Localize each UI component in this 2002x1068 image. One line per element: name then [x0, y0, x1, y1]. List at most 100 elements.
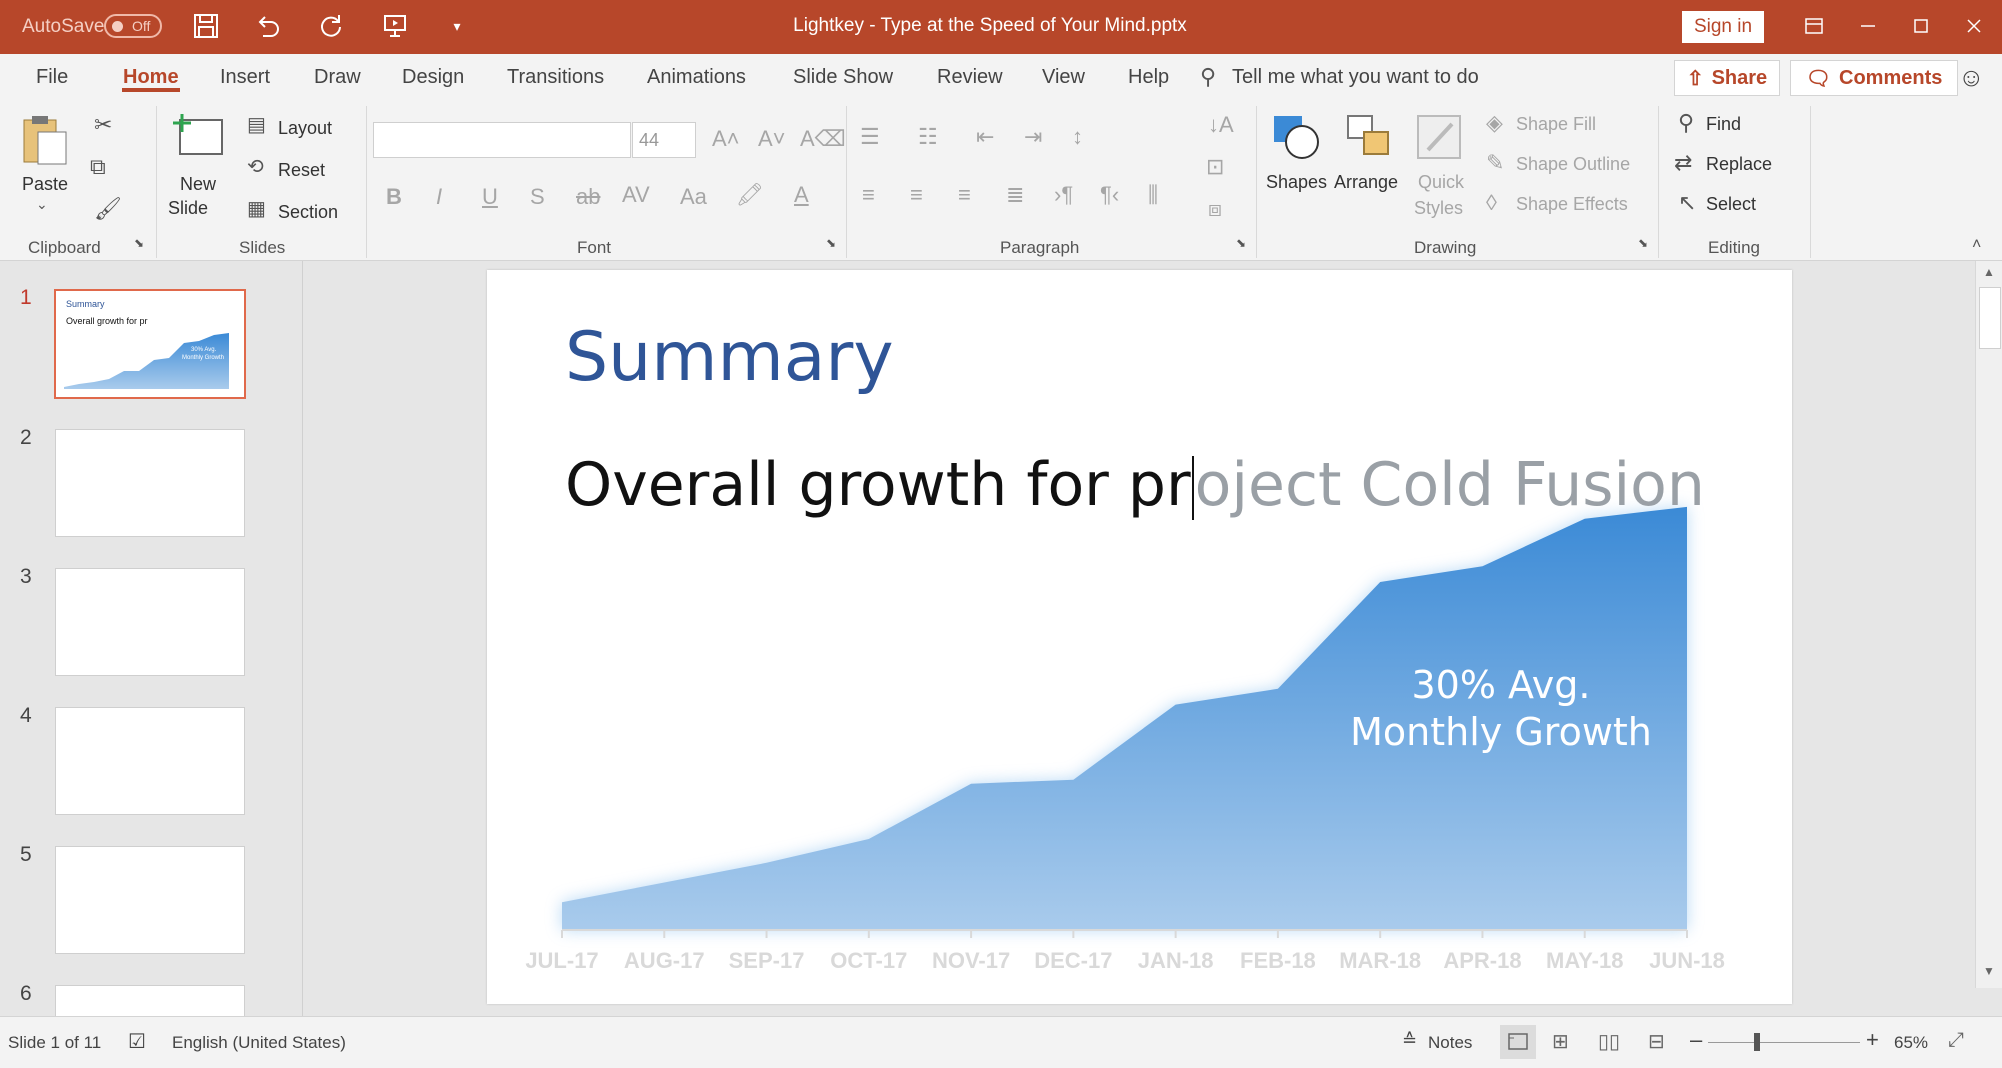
arrange-icon[interactable] [1346, 112, 1394, 167]
slide-sorter-icon[interactable]: ⊞ [1552, 1029, 1569, 1054]
find-icon[interactable]: ⚲ [1678, 110, 1694, 136]
reading-view-icon[interactable]: ▯▯ [1598, 1029, 1620, 1054]
tab-transitions[interactable]: Transitions [507, 66, 604, 89]
spell-check-icon[interactable]: ☑ [128, 1029, 146, 1054]
find-label[interactable]: Find [1706, 114, 1741, 135]
slide-title[interactable]: Summary [565, 318, 894, 397]
quick-styles-label-2[interactable]: Styles [1414, 198, 1463, 219]
arrange-label[interactable]: Arrange [1334, 172, 1398, 193]
collapse-ribbon-icon[interactable]: ˄ [1972, 236, 1981, 254]
scroll-up-icon[interactable]: ▲ [1983, 265, 1995, 279]
tab-review[interactable]: Review [937, 66, 1003, 89]
tab-slide-show[interactable]: Slide Show [793, 66, 893, 89]
font-size-box[interactable]: 44 [632, 122, 696, 158]
line-spacing-icon[interactable]: ↕ [1072, 124, 1083, 150]
rtl-icon[interactable]: ¶‹ [1100, 182, 1119, 208]
shape-outline-label[interactable]: Shape Outline [1516, 154, 1630, 175]
slide-subtitle[interactable]: Overall growth for project Cold Fusion [565, 450, 1705, 521]
clear-formatting-icon[interactable]: A⌫ [800, 126, 846, 152]
bullets-icon[interactable]: ☰ [860, 124, 880, 150]
tab-insert[interactable]: Insert [220, 66, 270, 89]
character-spacing-icon[interactable]: AV [622, 182, 650, 208]
slide-canvas[interactable]: JUL-17 AUG-17 SEP-17 OCT-17 NOV-17 DEC-17 JAN-… [487, 270, 1792, 1004]
shape-effects-label[interactable]: Shape Effects [1516, 194, 1628, 215]
numbering-icon[interactable]: ☷ [918, 124, 938, 150]
slide-thumbnail-5[interactable] [55, 846, 245, 954]
shape-effects-icon[interactable]: ◊ [1486, 190, 1497, 216]
format-painter-icon[interactable]: 🖌 [94, 196, 122, 222]
increase-font-icon[interactable]: A˄ [712, 126, 740, 152]
increase-indent-icon[interactable]: ⇥ [1024, 124, 1042, 150]
zoom-in-icon[interactable]: + [1866, 1027, 1879, 1053]
align-left-icon[interactable]: ≡ [862, 182, 875, 208]
cut-icon[interactable]: ✂ [94, 112, 112, 138]
justify-icon[interactable]: ≣ [1006, 182, 1024, 208]
new-slide-icon[interactable] [172, 112, 226, 165]
font-color-icon[interactable]: A [794, 182, 809, 208]
slideshow-icon[interactable]: ⊟ [1648, 1029, 1665, 1054]
fit-to-window-icon[interactable]: ⤢ [1948, 1029, 1964, 1052]
quick-styles-icon[interactable] [1416, 112, 1464, 167]
quick-styles-label-1[interactable]: Quick [1418, 172, 1464, 193]
layout-label[interactable]: Layout [278, 118, 332, 139]
align-center-icon[interactable]: ≡ [910, 182, 923, 208]
notes-icon[interactable]: ≙ [1402, 1030, 1417, 1051]
tab-help[interactable]: Help [1128, 66, 1169, 89]
maximize-icon[interactable] [1903, 8, 1939, 44]
section-icon[interactable]: ▦ [247, 196, 266, 221]
normal-view-button[interactable] [1500, 1025, 1536, 1059]
language-indicator[interactable]: English (United States) [172, 1033, 346, 1053]
paste-dropdown-icon[interactable]: ⌄ [36, 196, 48, 213]
reset-label[interactable]: Reset [278, 160, 325, 181]
shapes-label[interactable]: Shapes [1266, 172, 1327, 193]
zoom-slider-track[interactable] [1708, 1042, 1860, 1043]
change-case-icon[interactable]: Aa [680, 184, 707, 210]
shape-outline-icon[interactable]: ✎ [1486, 150, 1504, 176]
text-direction-icon[interactable]: ↓A [1208, 112, 1234, 138]
shadow-icon[interactable]: S [530, 184, 545, 210]
tab-file[interactable]: File [36, 66, 68, 89]
tab-draw[interactable]: Draw [314, 66, 361, 89]
section-label[interactable]: Section [278, 202, 338, 223]
tab-home[interactable]: Home [123, 66, 179, 89]
select-icon[interactable]: ↖ [1678, 190, 1696, 216]
comments-button[interactable]: 🗨 Comments [1790, 60, 1958, 96]
tab-view[interactable]: View [1042, 66, 1085, 89]
drawing-launcher-icon[interactable]: ⬊ [1638, 236, 1648, 250]
clipboard-launcher-icon[interactable]: ⬊ [134, 236, 144, 250]
reset-icon[interactable]: ⟲ [247, 154, 264, 179]
columns-icon[interactable]: ⫼ [1148, 182, 1158, 208]
font-name-box[interactable] [373, 122, 631, 158]
decrease-font-icon[interactable]: A˅ [758, 126, 786, 152]
bold-icon[interactable]: B [386, 184, 402, 210]
replace-icon[interactable]: ⇄ [1674, 150, 1692, 176]
copy-icon[interactable]: ⧉ [90, 154, 106, 180]
notes-button[interactable]: Notes [1428, 1033, 1472, 1053]
highlight-icon[interactable]: 🖍 [736, 182, 764, 208]
layout-icon[interactable]: ▤ [247, 112, 266, 137]
align-right-icon[interactable]: ≡ [958, 182, 971, 208]
feedback-smiley-icon[interactable]: ☺ [1958, 62, 1988, 92]
replace-label[interactable]: Replace [1706, 154, 1772, 175]
new-slide-label-1[interactable]: New [180, 174, 216, 195]
strikethrough-icon[interactable]: ab [576, 184, 600, 210]
scroll-thumb[interactable] [1979, 287, 2001, 349]
slide-thumbnail-2[interactable] [55, 429, 245, 537]
decrease-indent-icon[interactable]: ⇤ [976, 124, 994, 150]
minimize-icon[interactable] [1850, 8, 1886, 44]
smartart-icon[interactable]: ⧈ [1208, 196, 1222, 222]
paste-icon[interactable] [20, 112, 70, 173]
paragraph-launcher-icon[interactable]: ⬊ [1236, 236, 1246, 250]
paste-label[interactable]: Paste [22, 174, 68, 195]
share-button[interactable]: ⇧ Share [1674, 60, 1780, 96]
align-text-icon[interactable]: ⊡ [1206, 154, 1224, 180]
zoom-level[interactable]: 65% [1894, 1033, 1928, 1053]
select-label[interactable]: Select [1706, 194, 1756, 215]
shape-fill-icon[interactable]: ◈ [1486, 110, 1503, 136]
slide-thumbnail-6[interactable] [55, 985, 245, 1016]
tab-animations[interactable]: Animations [647, 66, 746, 89]
tell-me-box[interactable]: Tell me what you want to do [1232, 66, 1479, 89]
shape-fill-label[interactable]: Shape Fill [1516, 114, 1596, 135]
slide-thumbnail-1[interactable]: Summary Overall growth for pr 30% Avg. M… [54, 289, 246, 399]
font-launcher-icon[interactable]: ⬊ [826, 236, 836, 250]
